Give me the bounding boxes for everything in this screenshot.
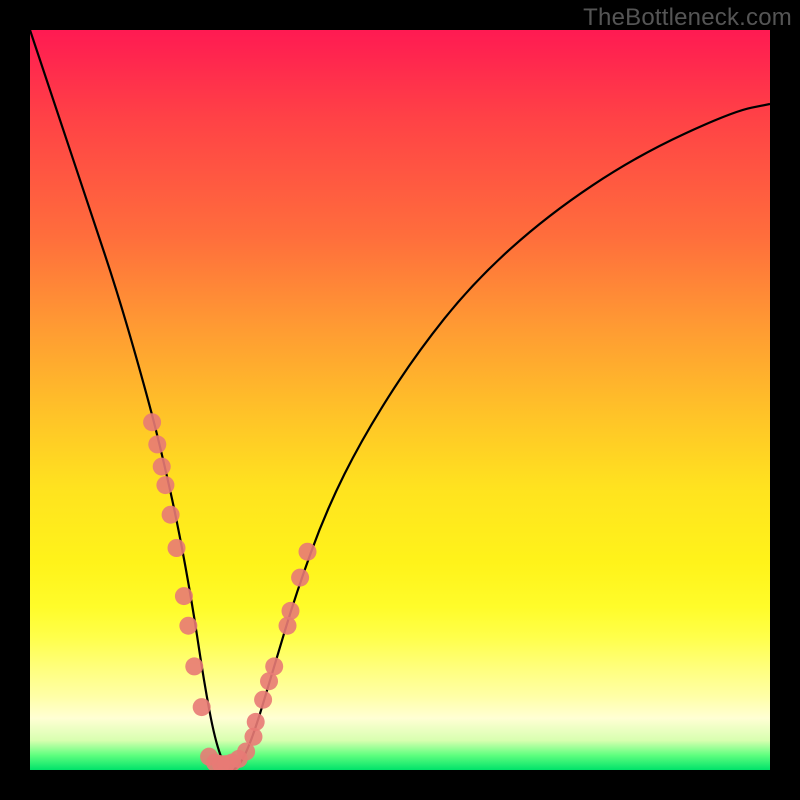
marker-cluster-left-point — [156, 476, 174, 494]
marker-cluster-right-point — [279, 617, 297, 635]
marker-cluster-left-point — [175, 587, 193, 605]
marker-cluster-left-point — [179, 617, 197, 635]
curve-layer — [30, 30, 770, 770]
marker-cluster-left-point — [143, 413, 161, 431]
marker-cluster-left-point — [185, 657, 203, 675]
bottleneck-curve — [30, 30, 770, 770]
chart-svg — [30, 30, 770, 770]
marker-cluster-left-point — [168, 539, 186, 557]
marker-cluster-right-point — [247, 713, 265, 731]
marker-cluster-left-point — [153, 458, 171, 476]
marker-cluster-left-point — [162, 506, 180, 524]
marker-cluster-left-point — [148, 435, 166, 453]
marker-cluster-left-point — [193, 698, 211, 716]
marker-cluster-right-point — [254, 691, 272, 709]
marker-cluster-right-point — [291, 569, 309, 587]
marker-cluster-right-point — [281, 602, 299, 620]
watermark-text: TheBottleneck.com — [583, 4, 792, 32]
plot-area — [30, 30, 770, 770]
marker-cluster-right-point — [299, 543, 317, 561]
marker-cluster-bottom-point — [237, 743, 255, 761]
markers-layer — [143, 413, 316, 770]
chart-frame: TheBottleneck.com — [0, 0, 800, 800]
marker-cluster-right-point — [265, 657, 283, 675]
